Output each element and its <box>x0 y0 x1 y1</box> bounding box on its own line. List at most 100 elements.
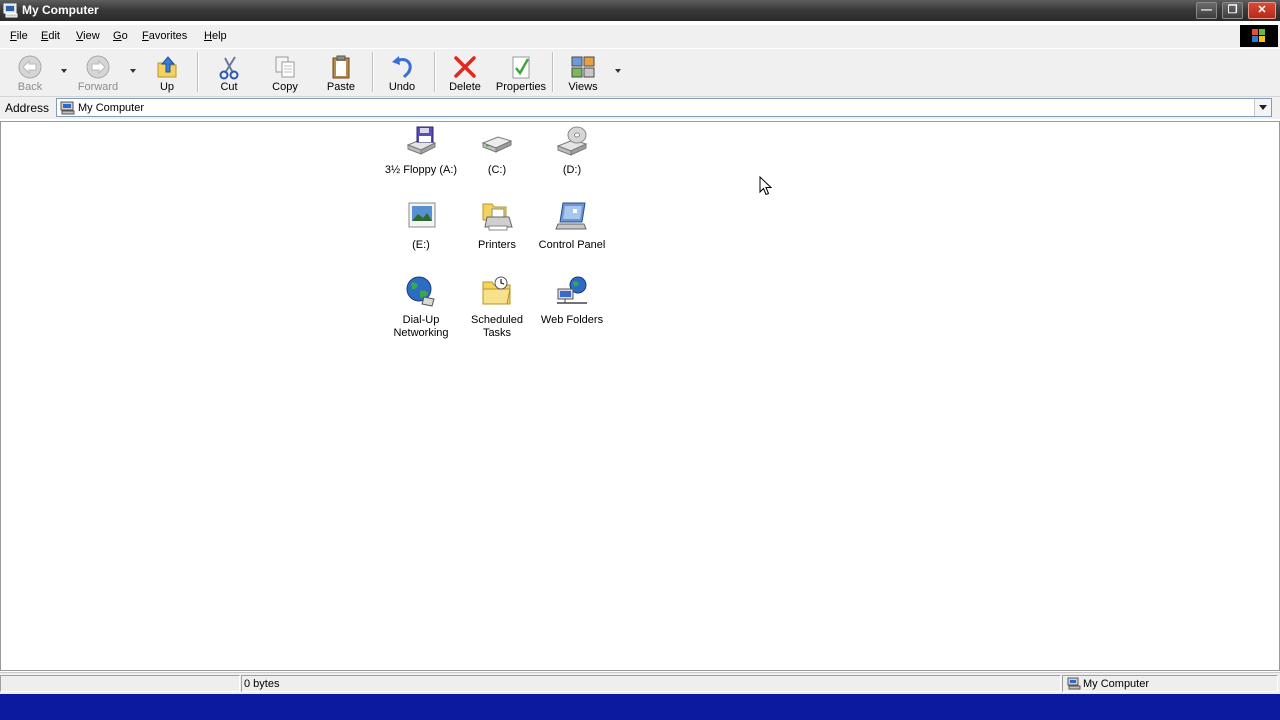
cut-button[interactable]: Cut <box>212 51 246 95</box>
views-dropdown-icon[interactable] <box>614 68 622 74</box>
toolbar-separator <box>372 52 374 92</box>
clipboard-icon <box>332 55 350 79</box>
views-label: Views <box>568 81 598 93</box>
cd-drive-icon <box>556 126 588 156</box>
printers-item[interactable]: Printers <box>460 200 534 252</box>
minimize-button[interactable]: — <box>1196 2 1217 19</box>
removable-drive-icon <box>408 202 436 228</box>
drive-c-item[interactable]: (C:) <box>460 125 534 177</box>
toolbar-separator <box>434 52 436 92</box>
close-icon: ✕ <box>1257 4 1267 16</box>
address-label: Address <box>5 101 50 115</box>
drive-d-label: (D:) <box>562 164 582 176</box>
scheduled-tasks-label: Scheduled Tasks <box>471 314 523 339</box>
back-arrow-icon <box>18 55 42 79</box>
floppy-drive-icon <box>406 126 437 155</box>
copy-label: Copy <box>272 81 298 93</box>
menu-view[interactable]: View <box>76 30 100 42</box>
undo-arrow-icon <box>392 56 412 79</box>
web-folders-label: Web Folders <box>540 314 604 326</box>
undo-button[interactable]: Undo <box>385 51 419 95</box>
menu-edit[interactable]: Edit <box>41 30 60 42</box>
delete-button[interactable]: Delete <box>446 51 484 95</box>
forward-dropdown-icon[interactable] <box>129 68 137 74</box>
address-value: My Computer <box>78 102 145 114</box>
folder-view[interactable] <box>0 121 1280 671</box>
drive-c-label: (C:) <box>487 164 507 176</box>
web-folders-item[interactable]: Web Folders <box>535 275 609 327</box>
menu-help[interactable]: Help <box>204 30 227 42</box>
my-computer-icon <box>60 101 75 115</box>
status-size: 0 bytes <box>244 678 280 690</box>
title-bar[interactable]: My Computer — ❐ ✕ <box>0 0 1280 21</box>
web-folders-icon <box>557 276 587 304</box>
restore-button[interactable]: ❐ <box>1222 2 1243 19</box>
mouse-pointer-icon <box>759 176 772 196</box>
status-panel-main <box>0 675 240 692</box>
toolbar: Back Forward Up Cut Copy Paste Undo Dele… <box>0 48 1280 97</box>
copy-button[interactable]: Copy <box>266 51 304 95</box>
toolbar-separator <box>552 52 554 92</box>
close-button[interactable]: ✕ <box>1248 2 1276 19</box>
windows-flag-icon <box>1252 29 1265 42</box>
windows-logo <box>1240 25 1278 47</box>
dial-up-networking-item[interactable]: Dial-Up Networking <box>384 275 458 340</box>
toolbar-separator <box>197 52 199 92</box>
drive-a-item[interactable]: 3½ Floppy (A:) <box>384 125 458 177</box>
back-label: Back <box>17 81 43 93</box>
cut-label: Cut <box>220 81 238 93</box>
dial-up-networking-label: Dial-Up Networking <box>393 314 449 339</box>
menu-file[interactable]: File <box>10 30 28 42</box>
back-dropdown-icon[interactable] <box>60 68 68 74</box>
address-dropdown-button[interactable] <box>1254 99 1271 116</box>
scheduled-tasks-item[interactable]: Scheduled Tasks <box>460 275 534 340</box>
back-button[interactable]: Back <box>8 51 52 95</box>
menu-bar: File Edit View Go Favorites Help <box>0 25 1280 48</box>
status-panel-size: 0 bytes <box>241 675 1061 692</box>
delete-x-icon <box>454 56 476 78</box>
up-button[interactable]: Up <box>150 51 184 95</box>
status-bar: 0 bytes My Computer <box>0 672 1280 695</box>
undo-label: Undo <box>388 81 416 93</box>
printers-folder-icon <box>482 203 513 231</box>
chevron-down-icon <box>1259 105 1267 110</box>
menu-favorites[interactable]: Favorites <box>142 30 187 42</box>
forward-label: Forward <box>77 81 119 93</box>
views-button[interactable]: Views <box>564 51 602 95</box>
address-field[interactable]: My Computer <box>56 98 1272 117</box>
drive-d-item[interactable]: (D:) <box>535 125 609 177</box>
menu-go[interactable]: Go <box>113 30 128 42</box>
minimize-icon: — <box>1201 4 1212 16</box>
address-bar: Address My Computer <box>0 96 1280 119</box>
forward-arrow-icon <box>86 55 110 79</box>
dial-up-networking-icon <box>406 276 435 307</box>
my-computer-icon <box>3 3 18 18</box>
copy-pages-icon <box>275 56 295 78</box>
scissors-icon <box>219 56 239 80</box>
properties-check-icon <box>512 56 530 79</box>
printers-label: Printers <box>478 239 516 251</box>
forward-button[interactable]: Forward <box>74 51 122 95</box>
status-zone: My Computer <box>1083 678 1150 690</box>
drive-e-label: (E:) <box>412 239 430 251</box>
properties-label: Properties <box>495 81 547 93</box>
scheduled-tasks-icon <box>482 276 511 305</box>
restore-icon: ❐ <box>1227 4 1238 16</box>
control-panel-item[interactable]: Control Panel <box>535 200 609 252</box>
drive-e-item[interactable]: (E:) <box>384 200 458 252</box>
up-folder-icon <box>157 56 177 78</box>
status-panel-zone: My Computer <box>1062 675 1278 692</box>
control-panel-label: Control Panel <box>538 239 606 251</box>
paste-label: Paste <box>326 81 356 93</box>
delete-label: Delete <box>449 81 481 93</box>
properties-button[interactable]: Properties <box>494 51 548 95</box>
paste-button[interactable]: Paste <box>322 51 360 95</box>
control-panel-icon <box>555 202 587 230</box>
my-computer-icon <box>1067 677 1081 690</box>
views-grid-icon <box>571 56 595 78</box>
hard-drive-icon <box>481 136 513 153</box>
window-title: My Computer <box>22 3 99 17</box>
drive-a-label: 3½ Floppy (A:) <box>384 164 458 176</box>
up-label: Up <box>159 81 175 93</box>
taskbar <box>0 694 1280 720</box>
